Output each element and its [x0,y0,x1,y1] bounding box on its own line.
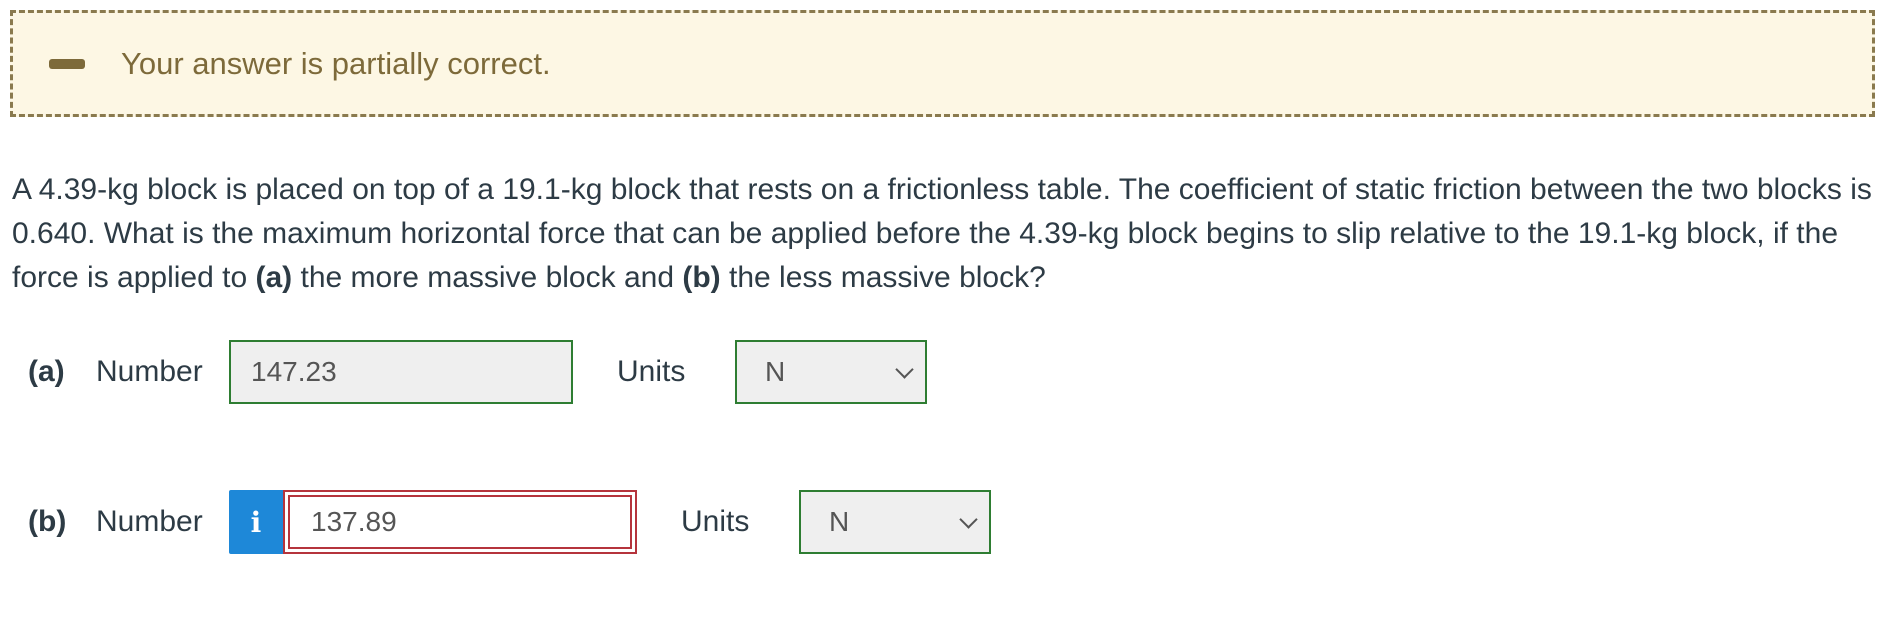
page: Your answer is partially correct. A 4.39… [0,0,1890,629]
feedback-message: Your answer is partially correct. [121,45,551,81]
info-icon[interactable]: i [229,490,283,554]
units-select-b[interactable]: N [799,490,991,554]
number-label: Number [96,355,203,388]
chevron-down-icon [895,359,914,379]
minus-icon [49,58,85,69]
units-selected-value: N [829,506,850,537]
part-b-marker: (b) [682,261,721,294]
number-input-b[interactable]: 137.89 [283,490,637,554]
units-label: Units [681,505,750,538]
number-input-a[interactable]: 147.23 [229,340,573,404]
partial-correct-banner: Your answer is partially correct. [10,10,1875,117]
part-label: (a) [28,355,65,388]
answer-row-a: (a) Number 147.23 Units N [28,340,927,404]
units-label: Units [617,355,686,388]
number-label: Number [96,505,203,538]
question-text-part: the less massive block? [720,261,1046,294]
question-text-part: the more massive block and [292,261,683,294]
part-label: (b) [28,505,67,538]
units-selected-value: N [765,356,786,387]
answer-row-b: (b) Number i 137.89 Units N [28,490,991,554]
part-a-marker: (a) [255,261,293,294]
chevron-down-icon [959,509,978,529]
question-text: A 4.39-kg block is placed on top of a 19… [12,168,1872,300]
units-select-a[interactable]: N [735,340,927,404]
